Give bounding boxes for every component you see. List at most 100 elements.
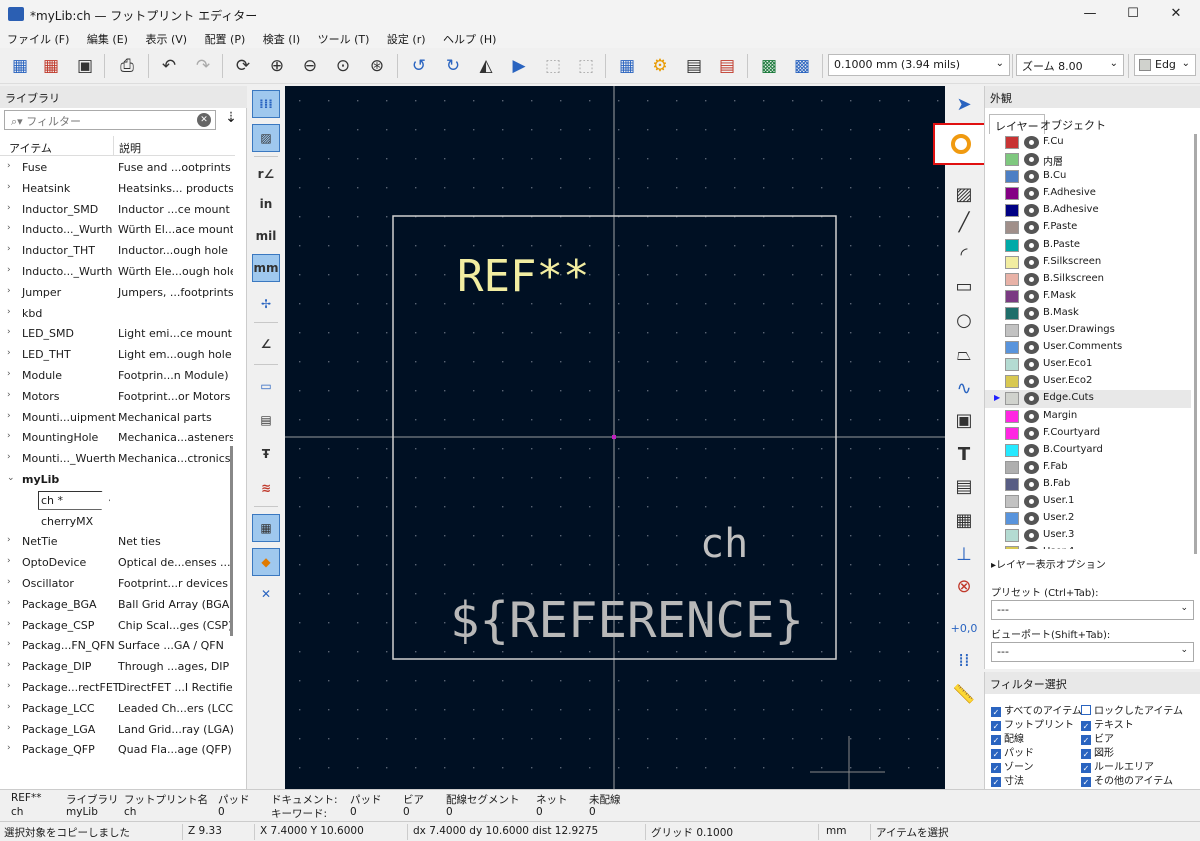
eye-icon[interactable] xyxy=(1024,375,1039,389)
layer-color-swatch[interactable] xyxy=(1005,306,1019,320)
filter-checkbox[interactable]: ✓ 寸法 xyxy=(991,772,1024,787)
save-icon[interactable]: ▣ xyxy=(72,53,98,79)
drawing-canvas[interactable]: REF** ch ${REFERENCE} xyxy=(285,86,945,789)
layer-row[interactable]: User.4 xyxy=(985,544,1191,549)
layer-row[interactable]: F.Silkscreen xyxy=(985,254,1191,271)
filter-checkbox[interactable]: ✓ すべてのアイテム xyxy=(991,702,1082,717)
textbox-tool-icon[interactable]: ▤ xyxy=(950,472,978,500)
maximize-button[interactable]: ☐ xyxy=(1113,4,1153,24)
library-row[interactable]: › Heatsink Heatsinks... products xyxy=(0,179,233,200)
expand-arrow-icon[interactable]: › xyxy=(7,182,11,192)
layer-row[interactable]: User.Eco1 xyxy=(985,356,1191,373)
polar-coords-icon[interactable]: r∠ xyxy=(252,160,280,188)
eye-icon[interactable] xyxy=(1024,170,1039,184)
layer-color-swatch[interactable] xyxy=(1005,512,1019,526)
rectangle-tool-icon[interactable]: ▭ xyxy=(950,272,978,300)
layer-row[interactable]: B.Courtyard xyxy=(985,442,1191,459)
preset-select[interactable]: --- ⌄ xyxy=(991,600,1194,620)
expand-arrow-icon[interactable]: › xyxy=(7,743,11,753)
grid-toggle-icon[interactable]: ⁞⁞⁞ xyxy=(252,90,280,118)
eye-icon[interactable] xyxy=(1024,494,1039,508)
library-row[interactable]: › Inductor_SMD Inductor ...ce mount xyxy=(0,200,233,221)
eye-icon[interactable] xyxy=(1024,529,1039,543)
expand-arrow-icon[interactable]: › xyxy=(7,286,11,296)
polygon-tool-icon[interactable]: ⏢ xyxy=(950,340,978,368)
eye-icon[interactable] xyxy=(1024,272,1039,286)
layer-row[interactable]: B.Fab xyxy=(985,476,1191,493)
library-row[interactable]: › Oscillator Footprint...r devices xyxy=(0,574,233,595)
expand-arrow-icon[interactable]: › xyxy=(7,223,11,233)
units-inch-button[interactable]: in xyxy=(252,190,280,218)
rotate-ccw-icon[interactable]: ↺ xyxy=(406,53,432,79)
layer-color-swatch[interactable] xyxy=(1005,477,1019,491)
sort-icon[interactable]: ⇣ xyxy=(220,110,242,130)
zoom-in-icon[interactable]: ⊕ xyxy=(264,53,290,79)
cursor-crosshair-icon[interactable]: ✢ xyxy=(252,290,280,318)
viewport-select[interactable]: --- ⌄ xyxy=(991,642,1194,662)
col-item[interactable]: アイテム xyxy=(9,140,52,156)
menu-edit[interactable]: 編集 (E) xyxy=(80,28,135,47)
eye-icon[interactable] xyxy=(1024,546,1039,549)
expand-arrow-icon[interactable]: › xyxy=(7,411,11,421)
pad-settings-icon[interactable]: ⚙ xyxy=(647,53,673,79)
hierarchy-icon[interactable]: ▦ xyxy=(252,514,280,542)
eye-icon[interactable] xyxy=(1024,392,1039,406)
expand-arrow-icon[interactable]: › xyxy=(7,556,11,566)
expand-arrow-icon[interactable]: › xyxy=(7,161,11,171)
bezier-tool-icon[interactable]: ∿ xyxy=(950,374,978,402)
layer-color-swatch[interactable] xyxy=(1005,170,1019,184)
anchor-tool-icon[interactable]: +0,0 xyxy=(950,614,978,642)
eye-icon[interactable] xyxy=(1024,153,1039,167)
eye-icon[interactable] xyxy=(1024,136,1039,149)
eye-icon[interactable] xyxy=(1024,238,1039,252)
drc-icon[interactable]: ▤ xyxy=(714,53,740,79)
ungroup-icon[interactable]: ⬚ xyxy=(573,53,599,79)
rotate-cw-icon[interactable]: ↻ xyxy=(440,53,466,79)
layer-color-swatch[interactable] xyxy=(1005,238,1019,252)
mirror-v-icon[interactable]: ▶ xyxy=(506,53,532,79)
arc-tool-icon[interactable]: ◜ xyxy=(950,240,978,268)
expand-arrow-icon[interactable]: › xyxy=(7,203,11,213)
zoom-select[interactable]: ズーム 8.00 ⌄ xyxy=(1016,54,1124,76)
layer-color-swatch[interactable] xyxy=(1005,341,1019,355)
library-row[interactable]: › Inductor_THT Inductor...ough hole xyxy=(0,241,233,262)
filter-checkbox[interactable]: ✓ パッド xyxy=(991,744,1034,759)
layer-color-swatch[interactable] xyxy=(1005,392,1019,406)
angle-constraint-icon[interactable]: ∠ xyxy=(252,330,280,358)
layer-row[interactable]: B.Silkscreen xyxy=(985,271,1191,288)
layer-row[interactable]: F.Mask xyxy=(985,288,1191,305)
eye-icon[interactable] xyxy=(1024,460,1039,474)
library-row[interactable]: › Package_LCC Leaded Ch...ers (LCC) xyxy=(0,699,233,720)
layer-row[interactable]: F.Fab xyxy=(985,459,1191,476)
filter-checkbox[interactable]: ✓ フットプリント xyxy=(991,716,1074,731)
expand-arrow-icon[interactable]: › xyxy=(7,327,11,337)
layer-color-swatch[interactable] xyxy=(1005,529,1019,543)
expand-arrow-icon[interactable]: › xyxy=(7,639,11,649)
layer-color-swatch[interactable] xyxy=(1005,136,1019,149)
properties-icon[interactable]: ✕ xyxy=(252,580,280,608)
layer-color-swatch[interactable] xyxy=(1005,494,1019,508)
expand-arrow-icon[interactable]: › xyxy=(7,307,11,317)
filter-checkbox[interactable]: ✓ ルールエリア xyxy=(1081,758,1154,773)
layer-color-swatch[interactable] xyxy=(1005,409,1019,423)
library-row[interactable]: › OptoDevice Optical de...enses ...) xyxy=(0,553,233,574)
minimize-button[interactable]: — xyxy=(1070,4,1110,24)
menu-inspect[interactable]: 検査 (I) xyxy=(256,28,307,47)
text-outline-icon[interactable]: Ŧ xyxy=(252,440,280,468)
group-icon[interactable]: ⬚ xyxy=(540,53,566,79)
overlay-grid-icon[interactable]: ▨ xyxy=(252,124,280,152)
layer-color-swatch[interactable] xyxy=(1005,187,1019,201)
layer-color-swatch[interactable] xyxy=(1005,272,1019,286)
layer-color-swatch[interactable] xyxy=(1005,375,1019,389)
layer-color-swatch[interactable] xyxy=(1005,204,1019,218)
layer-row[interactable]: ▶ Edge.Cuts xyxy=(985,390,1191,408)
layer-select[interactable]: Edg ⌄ xyxy=(1134,54,1196,76)
new-footprint-icon[interactable]: ▦ xyxy=(7,53,33,79)
grid-origin-icon[interactable]: ⁞⁞ xyxy=(950,646,978,674)
expand-arrow-icon[interactable]: › xyxy=(7,619,11,629)
print-icon[interactable]: ⎙ xyxy=(114,53,140,79)
layer-color-swatch[interactable] xyxy=(1005,324,1019,338)
expand-arrow-icon[interactable]: › xyxy=(7,598,11,608)
eye-icon[interactable] xyxy=(1024,341,1039,355)
graphics-outline-icon[interactable]: ▤ xyxy=(252,406,280,434)
